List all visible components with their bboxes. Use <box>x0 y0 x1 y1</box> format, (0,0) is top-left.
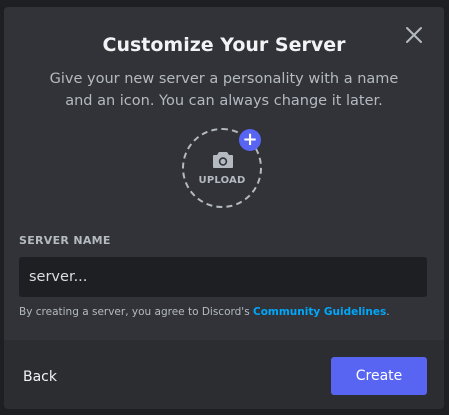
create-server-modal: Customize Your Server Give your new serv… <box>4 7 444 409</box>
community-guidelines-link[interactable]: Community Guidelines <box>253 306 386 318</box>
dialog-title: Customize Your Server <box>102 34 346 56</box>
server-name-input[interactable] <box>19 257 427 297</box>
server-name-label: SERVER NAME <box>19 234 111 247</box>
camera-icon <box>212 151 234 169</box>
back-button[interactable]: Back <box>23 369 57 385</box>
plus-icon[interactable]: + <box>239 129 261 151</box>
upload-label: UPLOAD <box>198 175 246 186</box>
terms-text: By creating a server, you agree to Disco… <box>19 306 390 318</box>
terms-prefix: By creating a server, you agree to Disco… <box>19 306 253 318</box>
terms-suffix: . <box>386 306 390 318</box>
dialog-subtitle: Give your new server a personality with … <box>49 71 399 109</box>
create-button[interactable]: Create <box>331 357 427 395</box>
